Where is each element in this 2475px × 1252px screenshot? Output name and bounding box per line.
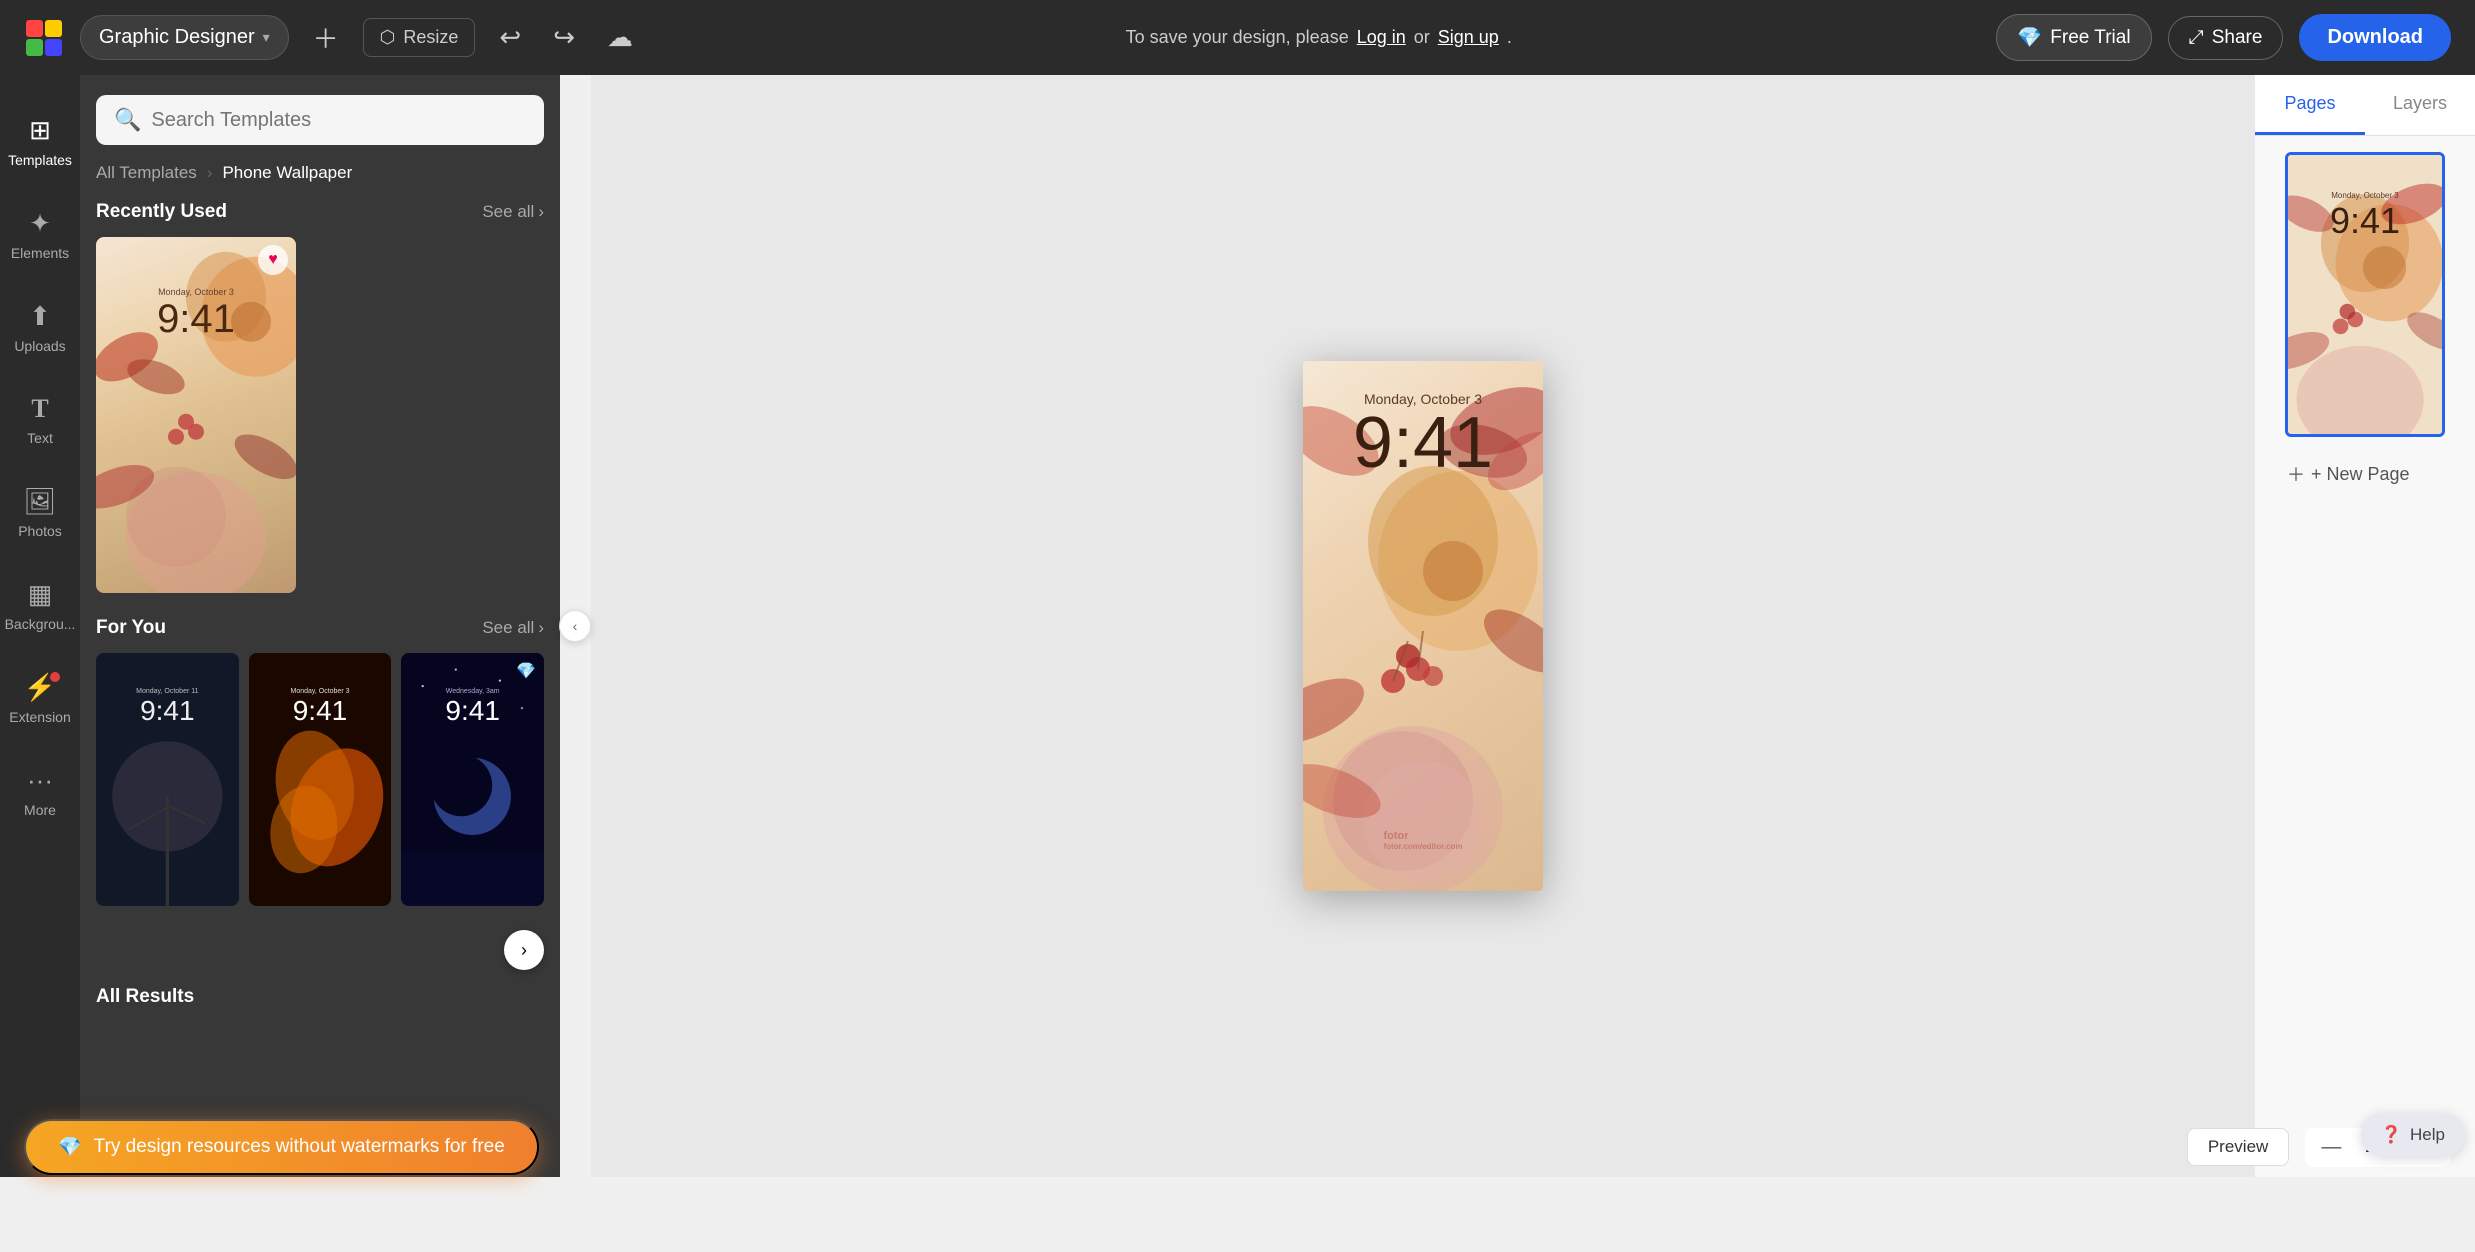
canvas-area: Monday, October 3 9:41 fotor fotor.com/e…: [591, 75, 2255, 1177]
breadcrumb-parent[interactable]: All Templates: [96, 163, 197, 183]
favorite-button[interactable]: ♥: [258, 245, 288, 275]
search-input[interactable]: [151, 109, 526, 132]
main-layout: ⊞ Templates ✦ Elements ⬆ Uploads T Text …: [0, 75, 2475, 1177]
watermark-cta-button[interactable]: 💎 Try design resources without watermark…: [24, 1119, 539, 1175]
undo-button[interactable]: ↩: [491, 14, 529, 61]
sidebar-item-uploads[interactable]: ⬆ Uploads: [0, 283, 80, 372]
page-thumb-time: 9:41: [2330, 200, 2400, 242]
all-results-header: All Results: [96, 986, 544, 1008]
templates-panel: 🔍 All Templates › Phone Wallpaper Recent…: [80, 75, 560, 1177]
logo: [24, 18, 64, 58]
resize-icon: ⬡: [380, 27, 396, 48]
canvas-time-display: Monday, October 3 9:41: [1353, 391, 1493, 479]
photos-icon: 🖼: [23, 486, 56, 517]
elements-icon: ✦: [29, 208, 51, 239]
breadcrumb: All Templates › Phone Wallpaper: [96, 163, 544, 183]
blue-moon-thumbnail: Wednesday, 3am 9:41: [401, 653, 544, 907]
for-you-grid: Monday, October 11 9:41 Monday, October …: [96, 653, 544, 907]
template-item-dark-leaves[interactable]: Monday, October 3 9:41: [249, 653, 392, 907]
backgrounds-icon: ▦: [28, 579, 53, 610]
diamond-cta-icon: 💎: [58, 1135, 82, 1159]
template-item-dark-moon[interactable]: Monday, October 11 9:41: [96, 653, 239, 907]
uploads-icon: ⬆: [29, 301, 51, 332]
new-page-button[interactable]: ＋ + New Page: [2271, 449, 2459, 499]
for-you-see-all[interactable]: See all ›: [482, 618, 544, 638]
canvas-frame[interactable]: Monday, October 3 9:41 fotor fotor.com/e…: [1303, 361, 1543, 891]
right-panel-tabs: Pages Layers: [2255, 75, 2475, 136]
sidebar-item-elements[interactable]: ✦ Elements: [0, 190, 80, 279]
all-results-title: All Results: [96, 986, 194, 1008]
fotor-logo-icon: [24, 18, 64, 58]
watermark-cta-container: 💎 Try design resources without watermark…: [24, 1119, 539, 1175]
cloud-save-button[interactable]: ☁: [599, 14, 641, 61]
chevron-right-icon-2: ›: [538, 618, 544, 638]
save-message: To save your design, please Log in or Si…: [657, 27, 1980, 48]
help-icon: ❓: [2381, 1125, 2402, 1145]
panel-collapse-button[interactable]: ‹: [559, 610, 591, 642]
sidebar-item-more[interactable]: ··· More: [0, 747, 80, 836]
for-you-title: For You: [96, 617, 166, 639]
share-icon: ⤢: [2189, 27, 2204, 49]
premium-badge: 💎: [516, 661, 536, 681]
sidebar-item-extension[interactable]: ⚡ Extension: [0, 654, 80, 743]
add-button[interactable]: ＋: [305, 11, 347, 64]
pages-panel: Monday, October 3 9:41 ＋ + New Page: [2255, 136, 2475, 1177]
share-button[interactable]: ⤢ Share: [2168, 16, 2284, 60]
chevron-left-icon: ‹: [573, 618, 578, 634]
recently-used-header: Recently Used See all ›: [96, 201, 544, 223]
sidebar-item-templates[interactable]: ⊞ Templates: [0, 97, 80, 186]
resize-button[interactable]: ⬡ Resize: [363, 18, 476, 57]
notification-dot: [50, 672, 60, 682]
more-icon: ···: [27, 765, 53, 796]
canvas-container: Monday, October 3 9:41 fotor fotor.com/e…: [1303, 361, 1543, 891]
canvas-watermark: fotor fotor.com/editor.com: [1383, 830, 1462, 851]
tab-pages[interactable]: Pages: [2255, 75, 2365, 135]
extension-badge-container: ⚡: [24, 672, 56, 703]
right-panel: Pages Layers: [2255, 75, 2475, 1177]
free-trial-button[interactable]: 💎 Free Trial: [1996, 14, 2151, 61]
graphic-designer-dropdown[interactable]: Graphic Designer ▾: [80, 15, 289, 60]
recently-used-title: Recently Used: [96, 201, 227, 223]
graphic-designer-label: Graphic Designer: [99, 26, 255, 49]
topbar: Graphic Designer ▾ ＋ ⬡ Resize ↩ ↪ ☁ To s…: [0, 0, 2475, 75]
templates-icon: ⊞: [29, 115, 51, 146]
download-button[interactable]: Download: [2299, 14, 2451, 61]
plus-icon: ＋: [2287, 461, 2305, 487]
page-thumb-1[interactable]: Monday, October 3 9:41: [2285, 152, 2445, 437]
text-icon: T: [31, 394, 48, 424]
page-thumb-inner: Monday, October 3 9:41: [2288, 155, 2442, 434]
login-link[interactable]: Log in: [1357, 27, 1406, 48]
breadcrumb-current: Phone Wallpaper: [222, 163, 352, 183]
tab-layers[interactable]: Layers: [2365, 75, 2475, 135]
preview-button[interactable]: Preview: [2187, 1128, 2289, 1166]
chevron-down-icon: ▾: [263, 29, 270, 46]
template-item-blue-moon[interactable]: Wednesday, 3am 9:41 💎: [401, 653, 544, 907]
for-you-header: For You See all ›: [96, 617, 544, 639]
dark-moon-thumbnail: Monday, October 11 9:41: [96, 653, 239, 907]
sidebar-item-photos[interactable]: 🖼 Photos: [0, 468, 80, 557]
page-1-container: Monday, October 3 9:41: [2285, 152, 2445, 437]
search-bar: 🔍: [96, 95, 544, 145]
carousel-next-button[interactable]: ›: [504, 930, 544, 970]
signup-link[interactable]: Sign up: [1438, 27, 1499, 48]
chevron-right-icon: ›: [538, 202, 544, 222]
redo-button[interactable]: ↪: [545, 14, 583, 61]
recently-used-grid: Monday, October 3 9:41 ♥: [96, 237, 544, 593]
diamond-icon: 💎: [2017, 25, 2042, 50]
template-item-autumn-floral[interactable]: Monday, October 3 9:41 ♥: [96, 237, 296, 593]
autumn-thumbnail: Monday, October 3 9:41: [96, 237, 296, 593]
page-thumb-date: Monday, October 3: [2331, 175, 2398, 200]
help-button[interactable]: ❓ Help: [2361, 1113, 2465, 1157]
recently-used-see-all[interactable]: See all ›: [482, 202, 544, 222]
dark-leaves-thumbnail: Monday, October 3 9:41: [249, 653, 392, 907]
icon-nav: ⊞ Templates ✦ Elements ⬆ Uploads T Text …: [0, 75, 80, 1177]
sidebar-item-backgrounds[interactable]: ▦ Backgrou...: [0, 561, 80, 650]
sidebar-item-text[interactable]: T Text: [0, 376, 80, 464]
breadcrumb-separator: ›: [207, 163, 213, 183]
search-icon: 🔍: [114, 107, 141, 133]
zoom-out-button[interactable]: —: [2321, 1136, 2341, 1159]
